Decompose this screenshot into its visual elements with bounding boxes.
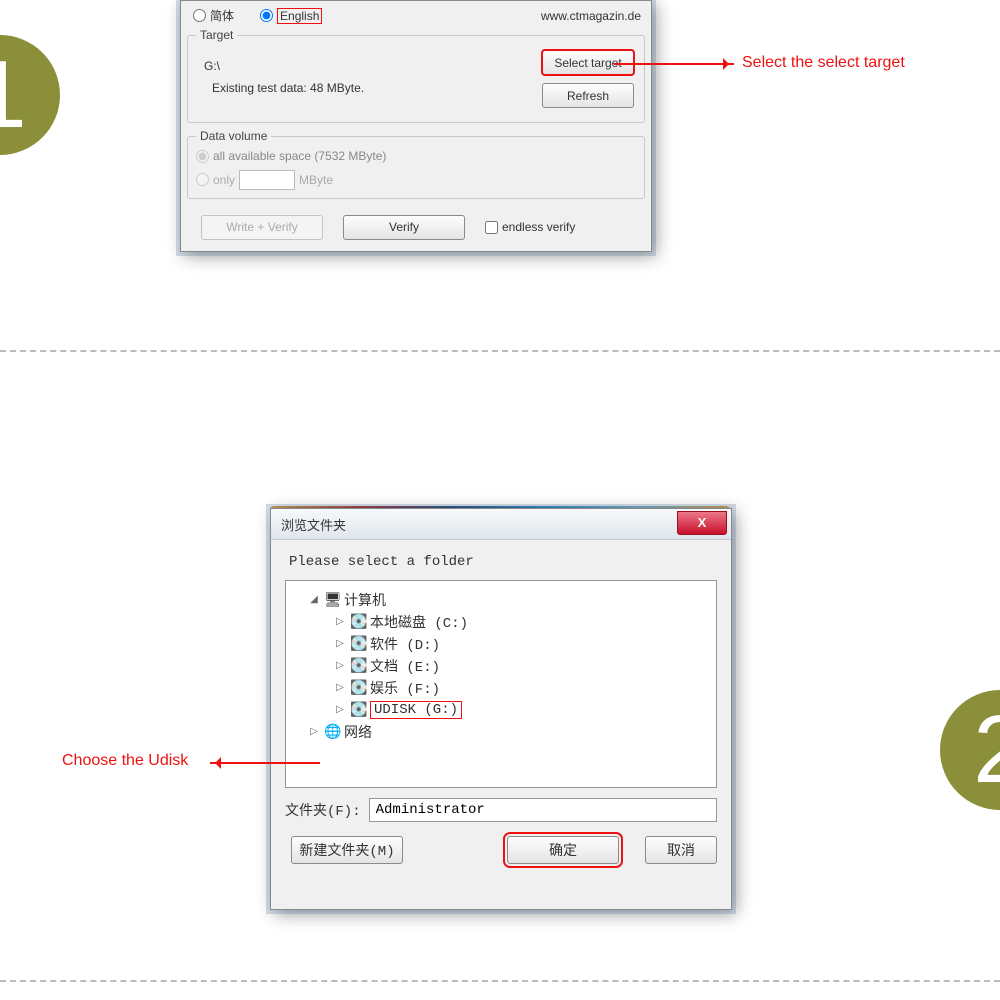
browse-folder-dialog: 浏览文件夹 X Please select a folder ◢🖥计算机 ▷💽本…	[270, 508, 732, 910]
lang-cn-label: 简体	[210, 7, 234, 24]
tree-label-selected: UDISK (G:)	[370, 701, 462, 719]
select-folder-prompt: Please select a folder	[285, 550, 717, 580]
tree-label: 文档 (E:)	[370, 656, 440, 676]
expand-icon[interactable]: ▷	[308, 726, 320, 738]
write-verify-button[interactable]: Write + Verify	[201, 215, 323, 240]
expand-icon[interactable]: ▷	[334, 616, 346, 628]
expand-icon[interactable]: ▷	[334, 704, 346, 716]
annotation-2: Choose the Udisk	[62, 752, 188, 770]
drive-icon: 💽	[350, 658, 366, 675]
existing-data-label: Existing test data: 48 MByte.	[204, 81, 364, 99]
data-volume-legend: Data volume	[196, 129, 271, 143]
data-volume-group: Data volume all available space (7532 MB…	[187, 129, 645, 199]
step-badge-1: 1	[0, 35, 60, 155]
folder-field-input[interactable]	[369, 798, 717, 822]
tree-label: 本地磁盘 (C:)	[370, 612, 468, 632]
target-legend: Target	[196, 28, 237, 42]
collapse-icon[interactable]: ◢	[308, 594, 320, 606]
dv-unit-label: MByte	[299, 173, 333, 187]
tree-label: 娱乐 (F:)	[370, 678, 440, 698]
lang-radio-cn[interactable]: 简体	[193, 7, 234, 24]
h2testw-dialog: 简体 English www.ctmagazin.de Target G:\ E…	[180, 0, 652, 252]
tree-label: 网络	[344, 722, 372, 742]
lang-en-label: English	[277, 8, 322, 24]
ok-button[interactable]: 确定	[507, 836, 619, 864]
tree-label: 计算机	[344, 590, 386, 610]
computer-icon: 🖥	[324, 592, 340, 609]
tree-node-f[interactable]: ▷ 💽娱乐 (F:)	[290, 677, 708, 699]
annotation-1: Select the select target	[742, 54, 905, 72]
folder-tree[interactable]: ◢🖥计算机 ▷💽本地磁盘 (C:) ▷💽软件 (D:) ▷💽文档 (E:) ▷💽…	[285, 580, 717, 788]
endless-verify-label: endless verify	[502, 220, 575, 234]
tree-label: 软件 (D:)	[370, 634, 440, 654]
step-badge-2: 2	[940, 690, 1000, 810]
arrow-1	[614, 63, 734, 65]
endless-verify-check[interactable]: endless verify	[485, 220, 575, 234]
drive-icon: 💽	[350, 702, 366, 719]
tree-node-c[interactable]: ▷ 💽本地磁盘 (C:)	[290, 611, 708, 633]
verify-button[interactable]: Verify	[343, 215, 465, 240]
tree-node-computer[interactable]: ◢ 🖥计算机	[290, 589, 708, 611]
target-group: Target G:\ Existing test data: 48 MByte.…	[187, 28, 645, 123]
lang-radio-en[interactable]: English	[260, 8, 322, 24]
expand-icon[interactable]: ▷	[334, 638, 346, 650]
dialog-title: 浏览文件夹	[281, 515, 346, 534]
tree-node-e[interactable]: ▷ 💽文档 (E:)	[290, 655, 708, 677]
dv-radio-only[interactable]: only MByte	[196, 170, 333, 190]
new-folder-button[interactable]: 新建文件夹(M)	[291, 836, 403, 864]
drive-icon: 💽	[350, 680, 366, 697]
arrow-2	[210, 762, 320, 764]
dv-all-label: all available space (7532 MByte)	[213, 149, 386, 163]
dv-only-input[interactable]	[239, 170, 295, 190]
dv-only-label: only	[213, 173, 235, 187]
dv-radio-all[interactable]: all available space (7532 MByte)	[196, 149, 386, 163]
drive-icon: 💽	[350, 636, 366, 653]
tree-node-d[interactable]: ▷ 💽软件 (D:)	[290, 633, 708, 655]
close-button[interactable]: X	[677, 511, 727, 535]
drive-icon: 💽	[350, 614, 366, 631]
divider-1	[0, 350, 1000, 352]
expand-icon[interactable]: ▷	[334, 682, 346, 694]
expand-icon[interactable]: ▷	[334, 660, 346, 672]
target-drive: G:\	[204, 59, 364, 81]
network-icon: 🌐	[324, 724, 340, 741]
divider-2	[0, 980, 1000, 982]
titlebar: 浏览文件夹 X	[271, 509, 731, 540]
refresh-button[interactable]: Refresh	[542, 83, 634, 108]
site-url: www.ctmagazin.de	[541, 9, 641, 23]
cancel-button[interactable]: 取消	[645, 836, 717, 864]
tree-node-g[interactable]: ▷ 💽UDISK (G:)	[290, 699, 708, 721]
folder-field-label: 文件夹(F):	[285, 800, 361, 820]
tree-node-network[interactable]: ▷ 🌐网络	[290, 721, 708, 743]
